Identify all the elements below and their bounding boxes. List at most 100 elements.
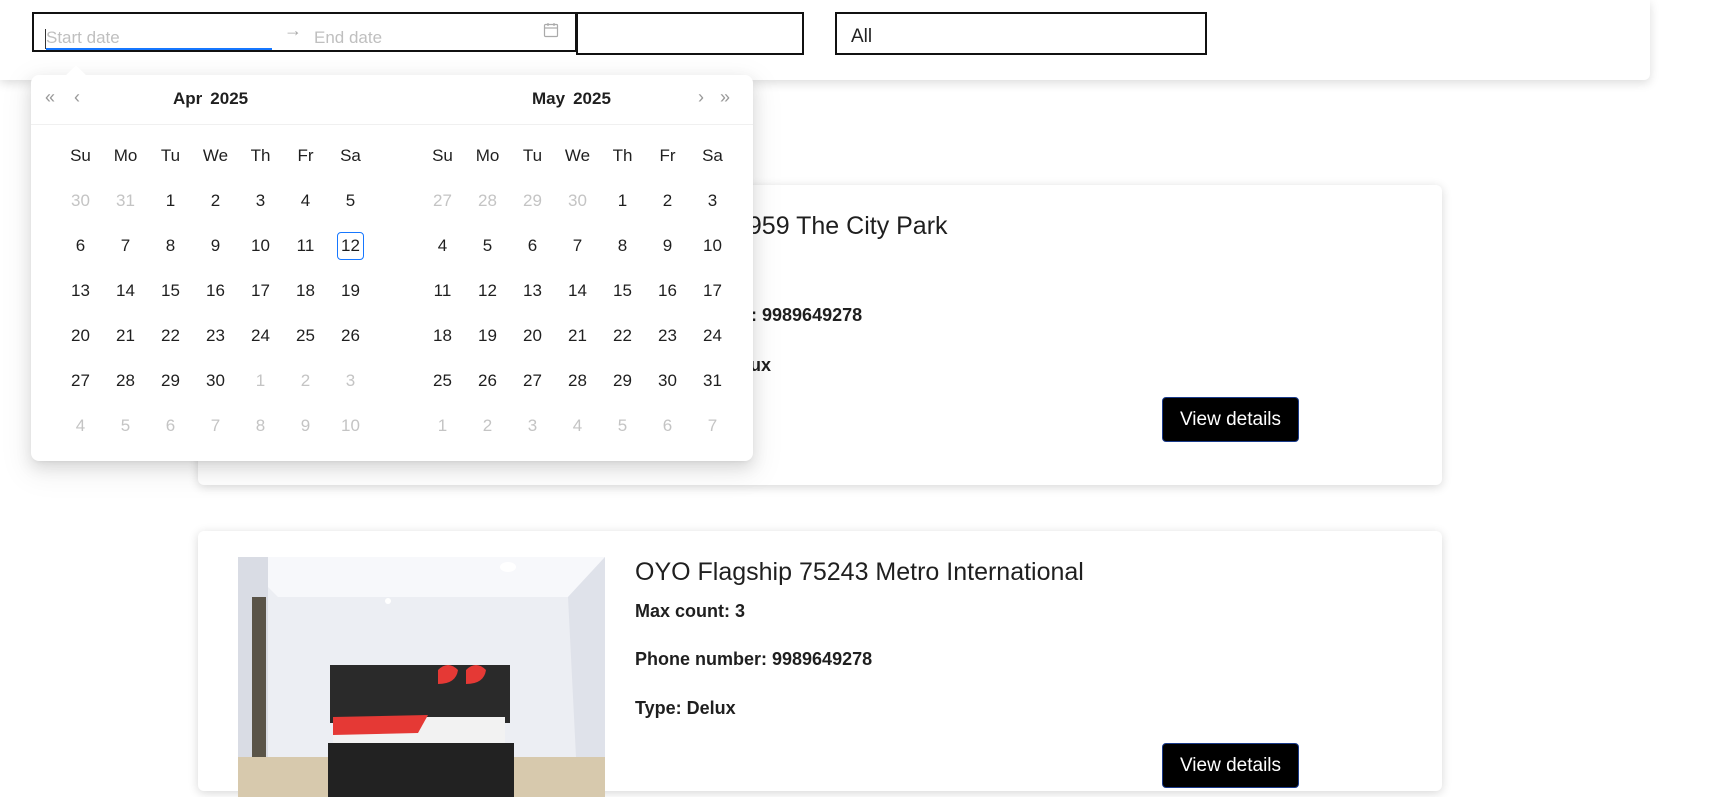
calendar-day[interactable]: 13 bbox=[58, 268, 103, 313]
calendar-day[interactable]: 14 bbox=[103, 268, 148, 313]
calendar-day[interactable]: 23 bbox=[645, 313, 690, 358]
calendar-day[interactable]: 30 bbox=[645, 358, 690, 403]
calendar-day[interactable]: 4 bbox=[555, 403, 600, 448]
calendar-day[interactable]: 10 bbox=[238, 223, 283, 268]
calendar-day[interactable]: 4 bbox=[283, 178, 328, 223]
left-month-label[interactable]: Apr bbox=[173, 89, 202, 108]
type-select[interactable]: All bbox=[835, 12, 1207, 55]
calendar-day[interactable]: 9 bbox=[645, 223, 690, 268]
calendar-day[interactable]: 16 bbox=[193, 268, 238, 313]
calendar-day[interactable]: 3 bbox=[328, 358, 373, 403]
calendar-day[interactable]: 20 bbox=[58, 313, 103, 358]
calendar-day[interactable]: 29 bbox=[510, 178, 555, 223]
calendar-day[interactable]: 17 bbox=[690, 268, 735, 313]
calendar-day[interactable]: 7 bbox=[690, 403, 735, 448]
calendar-day[interactable]: 6 bbox=[148, 403, 193, 448]
calendar-day[interactable]: 30 bbox=[58, 178, 103, 223]
calendar-day[interactable]: 16 bbox=[645, 268, 690, 313]
calendar-day[interactable]: 9 bbox=[193, 223, 238, 268]
view-details-button[interactable]: View details bbox=[1162, 743, 1299, 788]
calendar-day[interactable]: 21 bbox=[555, 313, 600, 358]
prev-month-icon[interactable]: ‹ bbox=[74, 87, 80, 108]
calendar-day[interactable]: 27 bbox=[510, 358, 555, 403]
calendar-day[interactable]: 21 bbox=[103, 313, 148, 358]
start-date-input[interactable]: Start date bbox=[46, 28, 120, 48]
calendar-day[interactable]: 8 bbox=[600, 223, 645, 268]
calendar-day[interactable]: 26 bbox=[465, 358, 510, 403]
calendar-day[interactable]: 1 bbox=[600, 178, 645, 223]
calendar-day[interactable]: 2 bbox=[283, 358, 328, 403]
calendar-day[interactable]: 18 bbox=[420, 313, 465, 358]
calendar-day[interactable]: 24 bbox=[238, 313, 283, 358]
left-year-label[interactable]: 2025 bbox=[210, 89, 248, 108]
calendar-day[interactable]: 20 bbox=[510, 313, 555, 358]
calendar-day[interactable]: 5 bbox=[465, 223, 510, 268]
calendar-day[interactable]: 7 bbox=[103, 223, 148, 268]
calendar-day[interactable]: 11 bbox=[420, 268, 465, 313]
calendar-day[interactable]: 10 bbox=[690, 223, 735, 268]
calendar-day[interactable]: 8 bbox=[148, 223, 193, 268]
calendar-day[interactable]: 23 bbox=[193, 313, 238, 358]
calendar-day[interactable]: 6 bbox=[510, 223, 555, 268]
calendar-day[interactable]: 5 bbox=[328, 178, 373, 223]
calendar-day[interactable]: 30 bbox=[555, 178, 600, 223]
calendar-day[interactable]: 19 bbox=[465, 313, 510, 358]
right-month-title[interactable]: May 2025 bbox=[532, 89, 619, 109]
calendar-day[interactable]: 25 bbox=[420, 358, 465, 403]
calendar-day[interactable]: 6 bbox=[645, 403, 690, 448]
next-month-icon[interactable]: › bbox=[698, 87, 704, 108]
calendar-day[interactable]: 31 bbox=[103, 178, 148, 223]
left-month-title[interactable]: Apr 2025 bbox=[173, 89, 256, 109]
calendar-day[interactable]: 22 bbox=[600, 313, 645, 358]
calendar-day[interactable]: 2 bbox=[465, 403, 510, 448]
calendar-day[interactable]: 19 bbox=[328, 268, 373, 313]
calendar-day[interactable]: 27 bbox=[420, 178, 465, 223]
next-year-icon[interactable]: » bbox=[720, 87, 730, 108]
search-input[interactable] bbox=[576, 12, 804, 55]
calendar-day[interactable]: 4 bbox=[58, 403, 103, 448]
view-details-button[interactable]: View details bbox=[1162, 397, 1299, 442]
right-year-label[interactable]: 2025 bbox=[573, 89, 611, 108]
calendar-day[interactable]: 28 bbox=[465, 178, 510, 223]
calendar-day[interactable]: 27 bbox=[58, 358, 103, 403]
calendar-day[interactable]: 4 bbox=[420, 223, 465, 268]
calendar-day[interactable]: 24 bbox=[690, 313, 735, 358]
calendar-day[interactable]: 5 bbox=[103, 403, 148, 448]
calendar-day[interactable]: 6 bbox=[58, 223, 103, 268]
calendar-day[interactable]: 8 bbox=[238, 403, 283, 448]
calendar-day[interactable]: 7 bbox=[193, 403, 238, 448]
calendar-day[interactable]: 31 bbox=[690, 358, 735, 403]
prev-year-icon[interactable]: « bbox=[45, 87, 55, 108]
calendar-day[interactable]: 13 bbox=[510, 268, 555, 313]
calendar-day[interactable]: 29 bbox=[600, 358, 645, 403]
calendar-day[interactable]: 5 bbox=[600, 403, 645, 448]
right-month-label[interactable]: May bbox=[532, 89, 565, 108]
calendar-day-today[interactable]: 12 bbox=[328, 223, 373, 268]
calendar-day[interactable]: 7 bbox=[555, 223, 600, 268]
calendar-day[interactable]: 3 bbox=[238, 178, 283, 223]
calendar-day[interactable]: 2 bbox=[645, 178, 690, 223]
calendar-day[interactable]: 29 bbox=[148, 358, 193, 403]
calendar-day[interactable]: 25 bbox=[283, 313, 328, 358]
calendar-day[interactable]: 28 bbox=[555, 358, 600, 403]
calendar-day[interactable]: 2 bbox=[193, 178, 238, 223]
calendar-day[interactable]: 18 bbox=[283, 268, 328, 313]
calendar-day[interactable]: 1 bbox=[420, 403, 465, 448]
calendar-day[interactable]: 1 bbox=[148, 178, 193, 223]
calendar-day[interactable]: 11 bbox=[283, 223, 328, 268]
calendar-day[interactable]: 26 bbox=[328, 313, 373, 358]
calendar-day[interactable]: 1 bbox=[238, 358, 283, 403]
calendar-day[interactable]: 3 bbox=[510, 403, 555, 448]
calendar-day[interactable]: 22 bbox=[148, 313, 193, 358]
calendar-day[interactable]: 10 bbox=[328, 403, 373, 448]
calendar-day[interactable]: 15 bbox=[148, 268, 193, 313]
calendar-day[interactable]: 17 bbox=[238, 268, 283, 313]
calendar-day[interactable]: 15 bbox=[600, 268, 645, 313]
calendar-day[interactable]: 28 bbox=[103, 358, 148, 403]
calendar-day[interactable]: 14 bbox=[555, 268, 600, 313]
calendar-day[interactable]: 12 bbox=[465, 268, 510, 313]
calendar-day[interactable]: 3 bbox=[690, 178, 735, 223]
calendar-day[interactable]: 30 bbox=[193, 358, 238, 403]
end-date-input[interactable]: End date bbox=[314, 28, 382, 48]
calendar-day[interactable]: 9 bbox=[283, 403, 328, 448]
